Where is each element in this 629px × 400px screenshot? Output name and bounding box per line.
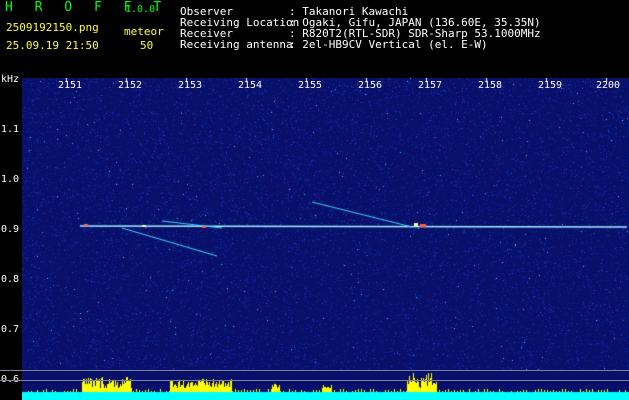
y-tick-label: 0.7: [1, 324, 20, 335]
file-datetime: 25.09.19 21:50: [6, 39, 99, 52]
x-tick-label: 2152: [118, 80, 143, 91]
x-tick-label: 2157: [418, 80, 443, 91]
y-unit-label: kHz: [1, 74, 20, 85]
y-tick-label: 0.9: [1, 224, 20, 235]
x-tick-label: 2158: [478, 80, 503, 91]
separator-line: [0, 380, 629, 381]
hroffft-window: H R O F F T 1.0.0 2509192150.png meteor …: [0, 0, 629, 400]
info-value-antenna: : 2el-HB9CV Vertical (el. E-W): [289, 38, 488, 51]
file-name: 2509192150.png: [6, 21, 99, 34]
x-tick-label: 2151: [58, 80, 83, 91]
separator-line: [0, 370, 629, 371]
x-tick-label: 2153: [178, 80, 203, 91]
y-tick-label: 0.8: [1, 274, 20, 285]
x-tick-label: 2159: [538, 80, 563, 91]
x-tick-label: 2200: [596, 80, 621, 91]
y-tick-label: 1.1: [1, 124, 20, 135]
app-version: 1.0.0: [125, 4, 156, 15]
count-value: 50: [140, 39, 154, 52]
info-key-antenna: Receiving antenna: [180, 38, 293, 51]
spectrogram-canvas: [22, 78, 629, 400]
x-tick-label: 2156: [358, 80, 383, 91]
x-tick-label: 2154: [238, 80, 263, 91]
count-label: meteor: [124, 25, 164, 38]
y-tick-label: 1.0: [1, 174, 20, 185]
x-tick-label: 2155: [298, 80, 323, 91]
